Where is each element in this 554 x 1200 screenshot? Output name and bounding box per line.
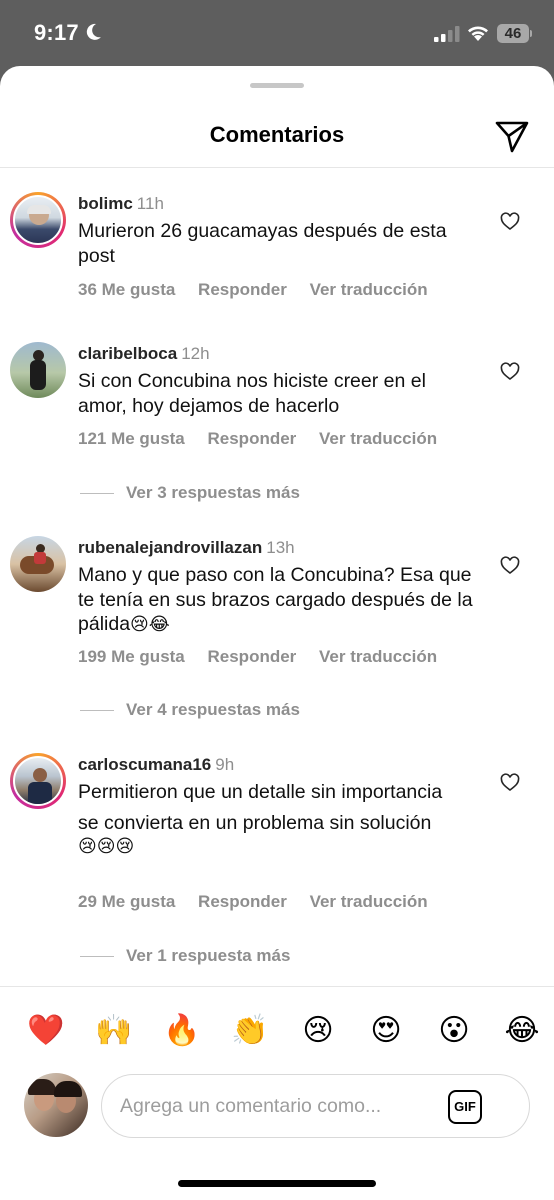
comment-text: Si con Concubina nos hiciste creer en el… [78,370,426,417]
comment-time: 13h [266,538,295,557]
comment-actions: 36 Me gusta Responder Ver traducción [78,280,446,300]
comment-username[interactable]: carloscumana16 9h [78,755,234,775]
reply-button[interactable]: Responder [208,647,297,666]
comment-text: Murieron 26 guacamayas después de esta p… [78,220,447,267]
emoji-raised-hands-button[interactable]: 🙌 [92,1008,136,1052]
emoji-fire-button[interactable]: 🔥 [160,1008,204,1052]
status-bar: 9:17 46 [0,0,554,66]
avatar[interactable] [10,192,66,248]
paper-plane-icon[interactable] [494,118,530,154]
emoji-heart-eyes-button[interactable]: 😍 [364,1008,408,1052]
quick-emoji-bar: ❤️ 🙌 🔥 👏 😢 😍 😮 😂 [24,1008,544,1052]
emoji-cry-button[interactable]: 😢 [296,1008,340,1052]
comment-username[interactable]: rubenalejandrovillazan 13h [78,538,295,558]
my-avatar [24,1073,88,1137]
comment-actions: 29 Me gusta Responder Ver traducción [78,892,446,912]
reply-button[interactable]: Responder [198,280,287,299]
reply-button[interactable]: Responder [198,892,287,911]
wifi-icon [468,26,488,41]
sheet-title: Comentarios [209,122,345,147]
view-replies-button[interactable]: Ver 3 respuestas más [80,483,300,503]
emoji-clap-button[interactable]: 👏 [228,1008,272,1052]
translate-button[interactable]: Ver traducción [310,892,428,911]
sheet-grabber[interactable] [250,83,304,88]
signal-icon [434,26,460,42]
heart-outline-icon[interactable] [500,362,520,382]
battery-icon: 46 [497,24,532,43]
comment-actions: 199 Me gusta Responder Ver traducción [78,647,455,667]
comment-username[interactable]: bolimc 11h [78,194,164,214]
comments-sheet: Comentarios bolimc 11h Murieron 26 guacam… [0,66,554,1200]
comment-time: 9h [215,755,235,774]
composer-divider [0,986,554,987]
comment-time: 11h [136,194,164,213]
likes-count[interactable]: 36 Me gusta [78,280,175,299]
comment-time: 12h [181,344,210,363]
gif-button[interactable]: GIF [448,1090,482,1124]
header-divider [0,167,554,168]
heart-outline-icon[interactable] [500,212,520,232]
comment-username[interactable]: claribelboca 12h [78,344,210,364]
likes-count[interactable]: 121 Me gusta [78,429,185,448]
home-indicator [178,1180,376,1187]
heart-outline-icon[interactable] [500,773,520,793]
likes-count[interactable]: 199 Me gusta [78,647,185,666]
view-replies-button[interactable]: Ver 4 respuestas más [80,700,300,720]
view-replies-button[interactable]: Ver 1 respuesta más [80,946,290,966]
battery-level: 46 [504,25,522,42]
likes-count[interactable]: 29 Me gusta [78,892,175,911]
emoji-laugh-button[interactable]: 😂 [500,1008,544,1052]
avatar[interactable] [10,753,66,809]
comment-text: Permitieron que un detalle sin importanc… [78,780,473,860]
emoji-wow-button[interactable]: 😮 [432,1008,476,1052]
comment-emoji: 😢😂 [130,614,170,635]
heart-outline-icon[interactable] [500,556,520,576]
comment-actions: 121 Me gusta Responder Ver traducción [78,429,455,449]
reply-button[interactable]: Responder [208,429,297,448]
comment-composer: GIF [101,1074,530,1138]
comment-text: Mano y que paso con la Concubina? Esa qu… [78,564,473,635]
comment-emoji: 😢😢😢 [78,836,135,857]
translate-button[interactable]: Ver traducción [310,280,428,299]
moon-icon [86,23,101,40]
comment-input[interactable] [120,1091,440,1121]
status-time: 9:17 [34,20,79,45]
avatar[interactable] [10,342,66,398]
translate-button[interactable]: Ver traducción [319,429,437,448]
avatar[interactable] [10,536,66,592]
translate-button[interactable]: Ver traducción [319,647,437,666]
emoji-heart-button[interactable]: ❤️ [24,1008,68,1052]
